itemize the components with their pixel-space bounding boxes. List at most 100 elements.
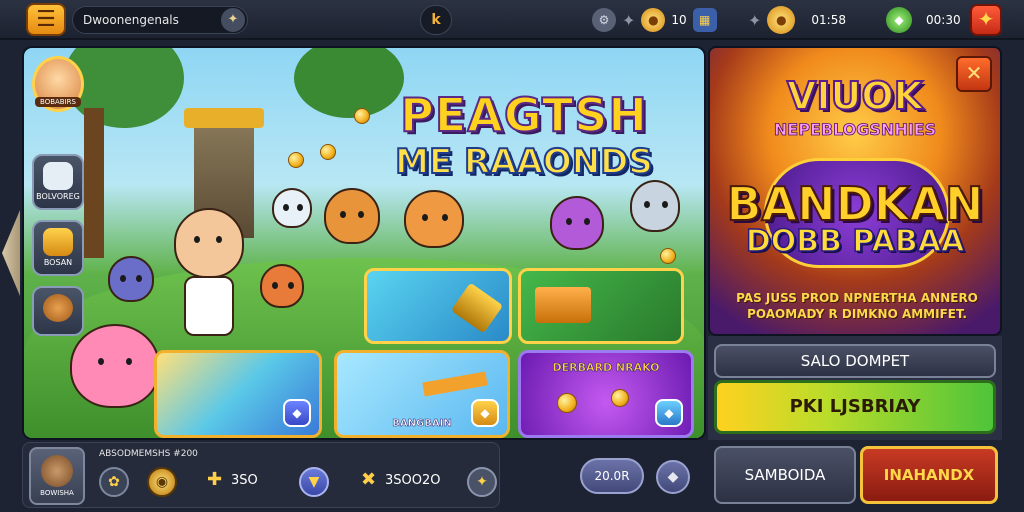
sword-icon <box>450 282 504 334</box>
promo-actions: SALO DOMPET PKI LJSBRIAY <box>708 336 1002 440</box>
flower-icon[interactable]: ✿ <box>99 467 129 497</box>
promo-subtext-line2: POAOMADY R DIMKNO AMMIFET. <box>747 307 967 321</box>
main-action-button[interactable]: PKI LJSBRIAY <box>714 380 996 434</box>
bear-character[interactable] <box>324 188 380 244</box>
side-slot2-label: BOSAN <box>43 258 73 267</box>
bricks-icon <box>535 287 591 323</box>
purple-cat-character[interactable] <box>550 196 604 250</box>
timer-pill[interactable]: 20.0R <box>580 458 644 494</box>
bottom-bar: BOWISHA ABSODMEMSHS #200 ✿ ◉ ✚ 3SO ▼ ✖ 3… <box>22 442 706 512</box>
plus-icon: ✚ <box>207 469 223 490</box>
side-slot-box[interactable]: BOSAN <box>32 220 84 276</box>
back-menu-button[interactable]: ☰ <box>26 3 66 36</box>
stat2-value: 3SOO2O <box>385 473 441 488</box>
card-purple-title: DERBARD NRAKO <box>552 361 660 375</box>
card-badge-icon[interactable]: ◆ <box>655 399 683 427</box>
top-bar: ☰ Dwoonengenals ✦ k ⚙ ✦ ● 10 ▦ ✦ ● 01:58… <box>0 0 1024 40</box>
player-name-pill[interactable]: Dwoonengenals ✦ <box>72 6 248 34</box>
promo-title3: BANDKAN <box>725 177 984 231</box>
bottom-panel: BOWISHA ABSODMEMSHS #200 ✿ ◉ ✚ 3SO ▼ ✖ 3… <box>22 442 500 508</box>
box-icon <box>43 228 73 256</box>
bottom-title: ABSODMEMSHS #200 <box>99 449 198 459</box>
squirrel-avatar[interactable]: BOWISHA <box>29 447 85 505</box>
fox-character[interactable] <box>404 190 464 248</box>
resource2-value: 01:58 <box>811 13 846 27</box>
squirrel-icon <box>41 455 73 487</box>
menu-icon: ☰ <box>36 7 56 32</box>
card-sword[interactable] <box>364 268 512 344</box>
promo-title2: NEPEBLOGSNHIES <box>773 120 937 140</box>
btn-left-label: SAMBOIDA <box>744 466 826 484</box>
headline-line1: PEAGTSH <box>399 88 648 142</box>
card-green-label: BANGBAIN <box>392 418 452 430</box>
timer-value: 20.0R <box>594 469 630 483</box>
gray-cat-character[interactable] <box>630 180 680 232</box>
add-currency-button[interactable]: ✦ <box>970 4 1002 36</box>
side-slot-cookie[interactable] <box>32 286 84 336</box>
resource-group-2: ✦ ● 01:58 <box>748 5 846 35</box>
star-icon[interactable]: ✦ <box>221 8 245 32</box>
promo-panel: ✕ VIUOK NEPEBLOGSNHIES BANDKAN DOBB PABA… <box>708 46 1002 336</box>
card-badge-icon[interactable]: ◆ <box>283 399 311 427</box>
gem-icon: ◆ <box>886 7 912 33</box>
promo-title4: DOBB PABAA <box>745 223 965 260</box>
gear-icon[interactable]: ⚙ <box>592 8 616 32</box>
sparkle-icon: ✦ <box>748 10 762 30</box>
card-bricks[interactable] <box>518 268 684 344</box>
bb-avatar-label: BOWISHA <box>40 489 74 497</box>
promo-title1: VIUOK <box>786 73 924 119</box>
scroll-left-arrow-icon[interactable] <box>2 210 20 296</box>
white-cat-character[interactable] <box>272 188 312 228</box>
resource3-value: 00:30 <box>926 13 961 27</box>
coin-icon <box>557 393 577 413</box>
gold-coin-icon: ● <box>767 6 796 34</box>
gem-button-icon[interactable]: ◆ <box>656 460 690 494</box>
card-green[interactable]: ◆ BANGBAIN <box>334 350 510 438</box>
tools-icon: ✖ <box>361 469 377 490</box>
plank-icon <box>422 371 488 397</box>
tree-trunk <box>84 108 104 258</box>
side-slot-cat[interactable]: BOLVOREG <box>32 154 84 210</box>
sparkle-icon: ✦ <box>622 10 636 30</box>
btn-main-label: PKI LJSBRIAY <box>789 396 921 417</box>
player-avatar[interactable]: BOBABIRS <box>32 56 84 112</box>
btn-top-label: SALO DOMPET <box>800 352 910 370</box>
medal-icon[interactable]: ◉ <box>147 467 177 497</box>
shield-icon[interactable]: ▼ <box>299 467 329 497</box>
coin-icon <box>611 389 629 407</box>
side-slot1-label: BOLVOREG <box>36 192 80 201</box>
btn-right-label: INAHANDX <box>883 466 975 484</box>
headline-line2: ME RAAONDS <box>394 141 654 183</box>
card-purple[interactable]: DERBARD NRAKO ◆ <box>518 350 694 438</box>
game-headline: PEAGTSH ME RAAONDS <box>374 88 674 183</box>
orange-fox-character[interactable] <box>260 264 304 308</box>
samboida-button[interactable]: SAMBOIDA <box>714 446 856 504</box>
player-name: Dwoonengenals <box>83 13 179 27</box>
inahandx-button[interactable]: INAHANDX <box>860 446 998 504</box>
resource-group-1: ⚙ ✦ ● 10 ▦ <box>592 5 717 35</box>
level-badge[interactable]: k <box>420 5 452 35</box>
blue-wolf-character[interactable] <box>108 256 154 302</box>
cat-icon <box>43 162 73 190</box>
star-button-icon[interactable]: ✦ <box>467 467 497 497</box>
stat1-value: 3SO <box>231 473 258 488</box>
coin-icon: ● <box>641 8 666 32</box>
tower-crown <box>184 108 264 128</box>
coin-icon <box>354 108 370 124</box>
resource1-value: 10 <box>671 13 687 27</box>
promo-subtext-line1: PAS JUSS PROD NPNERTHA ANNERO <box>736 291 978 305</box>
hero-body <box>184 276 234 336</box>
pink-pig-character[interactable] <box>70 324 160 408</box>
coin-icon <box>320 144 336 160</box>
chest-icon[interactable]: ▦ <box>692 8 717 32</box>
resource-group-3: ◆ 00:30 <box>886 5 961 35</box>
level-label: k <box>431 12 441 28</box>
salo-dompet-button[interactable]: SALO DOMPET <box>714 344 996 378</box>
avatar-label: BOBABIRS <box>35 97 81 107</box>
coin-icon <box>660 248 676 264</box>
card-heroes[interactable]: ◆ <box>154 350 322 438</box>
promo-subtext: PAS JUSS PROD NPNERTHA ANNERO POAOMADY R… <box>724 290 990 322</box>
hero-boy-character[interactable] <box>174 208 244 278</box>
game-scene: PEAGTSH ME RAAONDS BOBABIRS BOLVOREG BOS… <box>22 46 706 440</box>
cookie-icon <box>43 294 73 322</box>
